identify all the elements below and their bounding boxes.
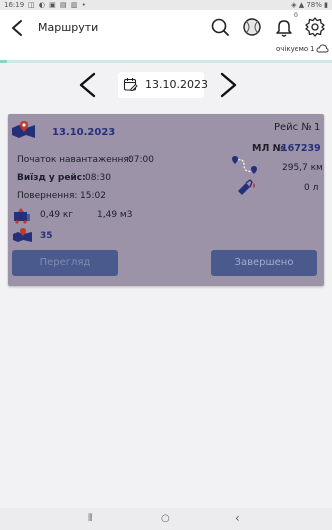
trip-distance: 295,7 км (282, 163, 323, 173)
calendar-edit-icon (123, 78, 138, 91)
selected-date: 13.10.2023 (145, 78, 208, 91)
status-time: 16:19 (4, 1, 25, 9)
view-button[interactable]: Перегляд (12, 250, 118, 276)
system-navigation-bar: ⦀ ○ ‹ (0, 508, 332, 530)
status-notification-icons: ◫ ◐ ▣ ▤ ▥ • (28, 1, 87, 9)
trip-fuel: 0 л (304, 183, 319, 193)
cargo-icon (14, 208, 30, 224)
page-title: Маршрути (38, 21, 99, 34)
trip-card[interactable]: 13.10.2023 Рейс № 1 МЛ № 167239 Початок … (8, 114, 324, 286)
loading-start-time: 07:00 (128, 155, 154, 165)
status-bar: 16:19 ◫ ◐ ▣ ▤ ▥ • ◈ ▲ 78% ▮ (0, 0, 332, 10)
pending-count: 1 (310, 45, 315, 53)
home-icon[interactable]: ○ (161, 513, 170, 524)
date-navigation: 13.10.2023 (0, 63, 332, 108)
cargo-weight: 0,49 кг (40, 210, 74, 220)
bell-icon[interactable] (273, 16, 295, 38)
pending-label: очікуємо (276, 45, 309, 53)
waybill-number: 167239 (281, 143, 321, 154)
search-icon[interactable] (209, 16, 231, 38)
completed-status-button[interactable]: Завершено (211, 250, 317, 276)
recents-icon[interactable]: ⦀ (88, 513, 92, 524)
trip-number: 1 (314, 122, 321, 133)
map-points-icon (13, 228, 32, 242)
waybill-label: МЛ № (252, 143, 285, 154)
return-label: Повернення: (17, 191, 78, 201)
trip-date: 13.10.2023 (52, 127, 116, 138)
departure-label: Виїзд у рейс: (17, 173, 86, 183)
notification-count: 0 (294, 12, 298, 19)
tennis-ball-icon[interactable] (241, 16, 263, 38)
arrow-left-icon[interactable] (8, 18, 28, 38)
previous-day-icon[interactable] (76, 71, 100, 99)
points-count: 35 (40, 231, 53, 241)
trip-number-label: Рейс № (274, 122, 312, 133)
map-pin-icon (12, 121, 35, 138)
cargo-volume: 1,49 м3 (97, 210, 133, 220)
back-icon[interactable]: ‹ (235, 511, 240, 525)
loading-start-label: Початок навантаження: (17, 155, 132, 165)
route-icon (232, 156, 257, 174)
cloud-sync-icon[interactable] (316, 43, 329, 55)
fuel-pump-icon (238, 179, 255, 195)
date-picker[interactable]: 13.10.2023 (118, 72, 208, 98)
next-day-icon[interactable] (216, 71, 240, 99)
app-bar: Маршрути 0 (0, 10, 332, 46)
status-system-info: ◈ ▲ 78% ▮ (291, 1, 328, 9)
gear-icon[interactable] (304, 16, 326, 38)
sync-bar: очікуємо 1 (0, 43, 332, 60)
departure-time: 08:30 (85, 173, 111, 183)
return-time: 15:02 (80, 191, 106, 201)
